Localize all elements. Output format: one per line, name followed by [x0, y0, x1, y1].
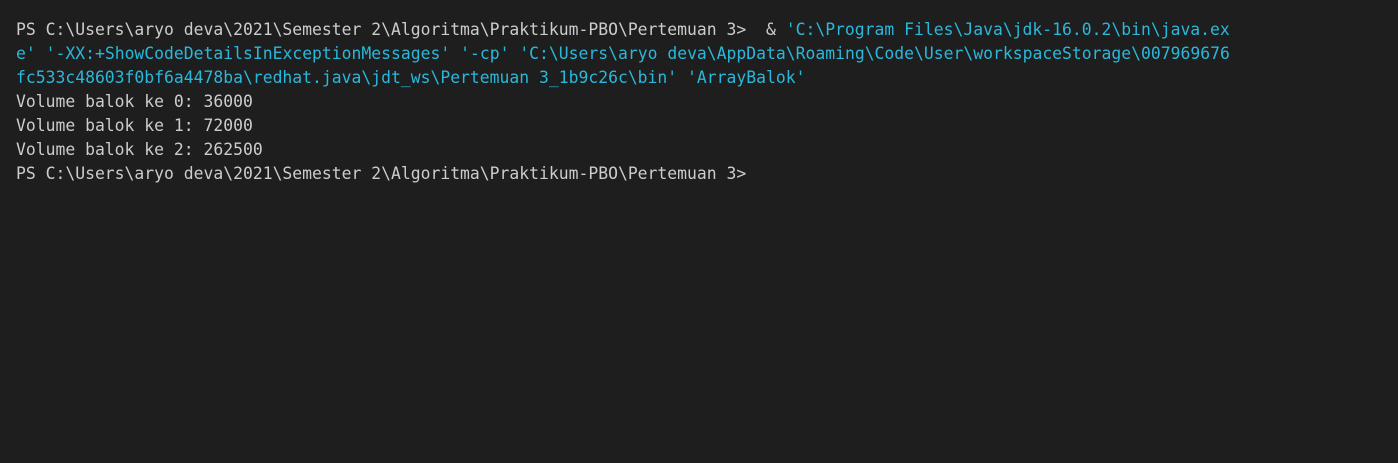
prompt: PS C:\Users\aryo deva\2021\Semester 2\Al… [16, 20, 747, 39]
main-class-arg: 'ArrayBalok' [687, 68, 806, 87]
jvm-flag-arg: '-XX:+ShowCodeDetailsInExceptionMessages… [45, 44, 451, 63]
java-path-arg-end: e' [16, 44, 36, 63]
terminal-panel[interactable]: PS C:\Users\aryo deva\2021\Semester 2\Al… [0, 0, 1398, 463]
command-line-1: PS C:\Users\aryo deva\2021\Semester 2\Al… [16, 18, 1398, 42]
call-operator: & [746, 20, 786, 39]
classpath-value-arg: 'C:\Users\aryo deva\AppData\Roaming\Code… [519, 44, 1230, 63]
output-line: Volume balok ke 2: 262500 [16, 140, 263, 159]
command-line-3: fc533c48603f0bf6a4478ba\redhat.java\jdt_… [16, 66, 1398, 90]
command-line-2: e' '-XX:+ShowCodeDetailsInExceptionMessa… [16, 42, 1398, 66]
classpath-value-arg-end: fc533c48603f0bf6a4478ba\redhat.java\jdt_… [16, 68, 678, 87]
output-line: Volume balok ke 1: 72000 [16, 116, 253, 135]
classpath-flag-arg: '-cp' [460, 44, 510, 63]
final-prompt-line[interactable]: PS C:\Users\aryo deva\2021\Semester 2\Al… [16, 162, 1398, 186]
java-path-arg: 'C:\Program Files\Java\jdk-16.0.2\bin\ja… [785, 20, 1230, 39]
output-line: Volume balok ke 0: 36000 [16, 92, 253, 111]
final-prompt: PS C:\Users\aryo deva\2021\Semester 2\Al… [16, 164, 747, 183]
